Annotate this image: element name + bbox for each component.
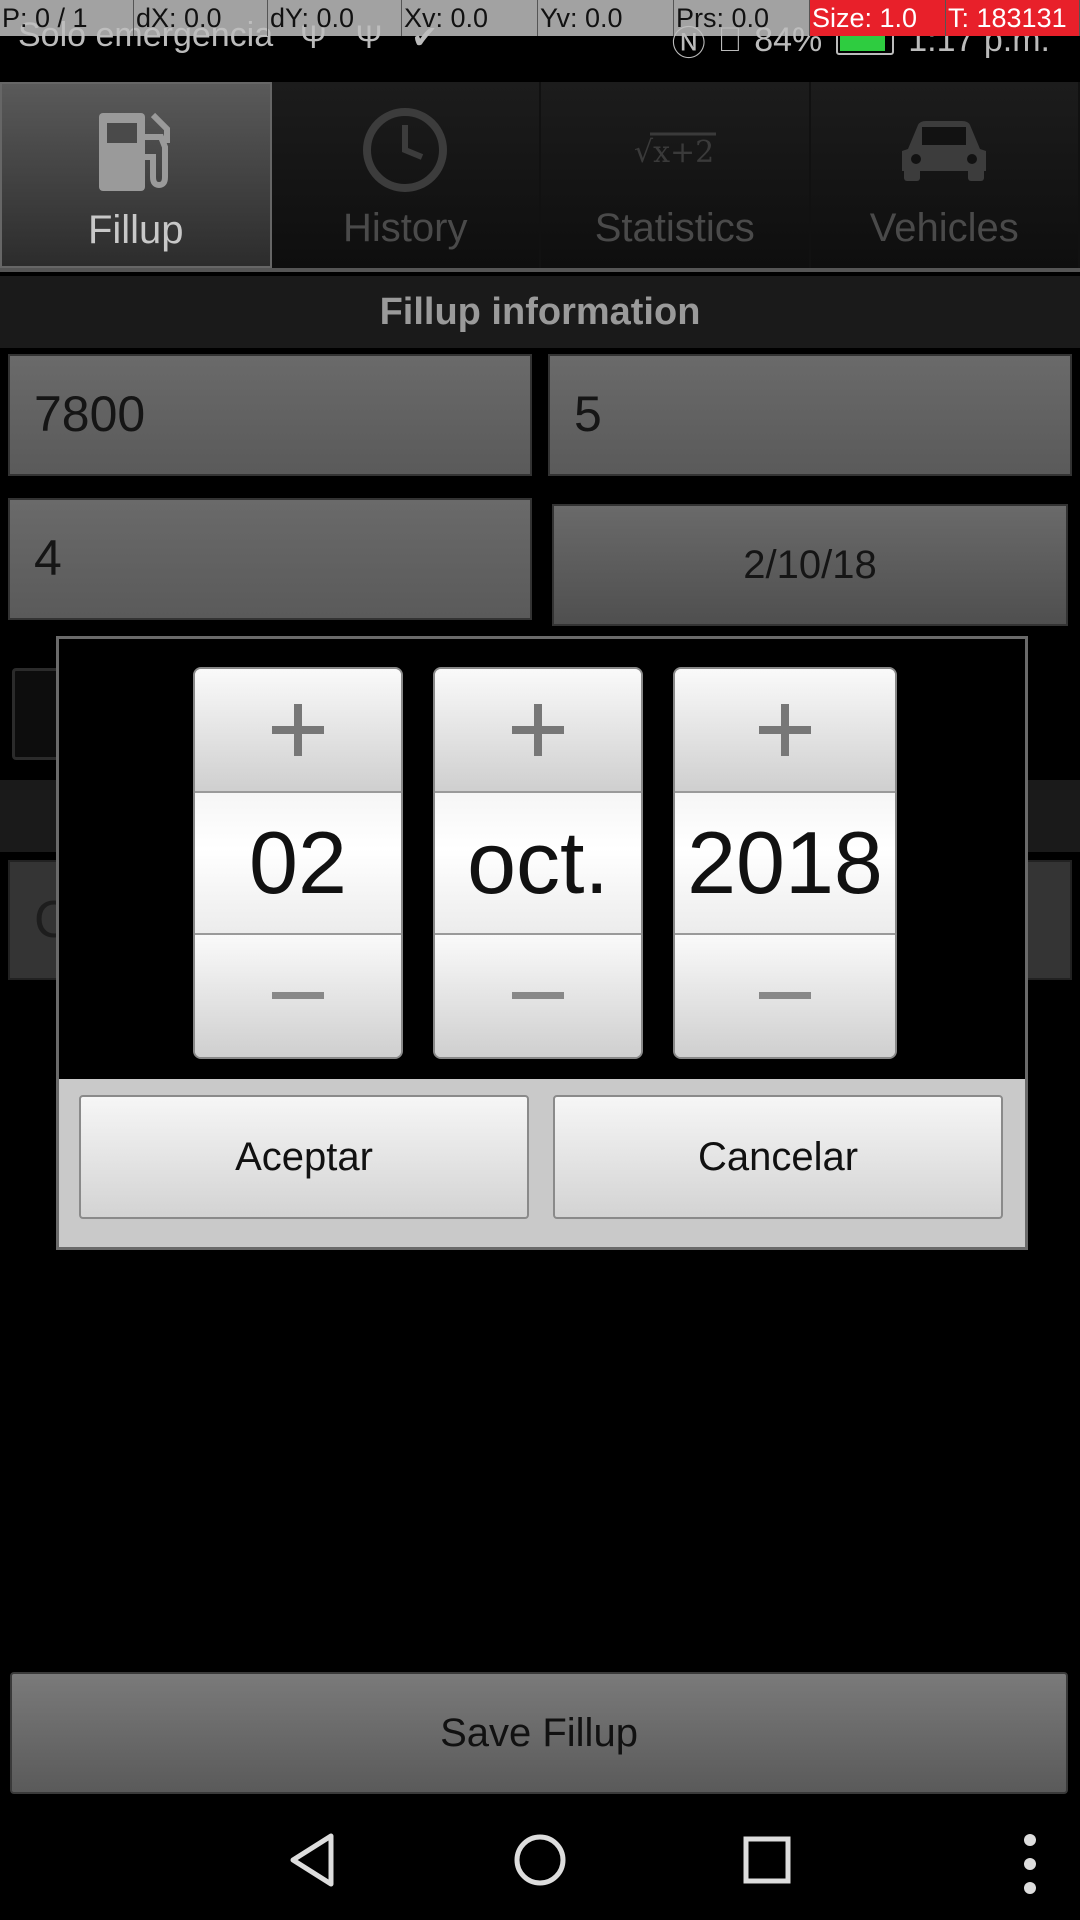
- debug-prs: Prs: 0.0: [674, 0, 810, 36]
- year-value[interactable]: 2018: [675, 793, 895, 933]
- debug-yv: Yv: 0.0: [538, 0, 674, 36]
- debug-size: Size: 1.0: [810, 0, 946, 36]
- tab-label: Vehicles: [869, 206, 1019, 250]
- fuel-pump-icon: [76, 106, 196, 198]
- plus-icon: [759, 704, 811, 756]
- svg-text:√x+2: √x+2: [634, 135, 714, 170]
- price-field[interactable]: 4: [8, 498, 532, 620]
- more-options-icon[interactable]: [1020, 1834, 1040, 1894]
- day-picker: 02: [193, 667, 403, 1059]
- debug-time: T: 183131: [946, 0, 1080, 36]
- odometer-field[interactable]: 7800: [8, 354, 532, 476]
- tab-label: History: [343, 206, 468, 250]
- main-tabs: Fillup History √x+2 Statistics Vehicles: [0, 82, 1080, 272]
- pointer-location-overlay: P: 0 / 1 dX: 0.0 dY: 0.0 Xv: 0.0 Yv: 0.0…: [0, 0, 1080, 36]
- date-button[interactable]: 2/10/18: [552, 504, 1068, 626]
- plus-icon: [512, 704, 564, 756]
- minus-icon: [512, 992, 564, 999]
- cancel-button[interactable]: Cancelar: [553, 1095, 1003, 1219]
- recents-icon[interactable]: [717, 1810, 817, 1910]
- accept-button[interactable]: Aceptar: [79, 1095, 529, 1219]
- save-fillup-button[interactable]: Save Fillup: [10, 1672, 1068, 1794]
- month-picker: oct.: [433, 667, 643, 1059]
- back-icon[interactable]: [263, 1810, 363, 1910]
- date-picker-dialog: 02 oct. 2018 Aceptar Cancelar: [56, 636, 1028, 1250]
- debug-pointer: P: 0 / 1: [0, 0, 134, 36]
- home-icon[interactable]: [490, 1810, 590, 1910]
- year-decrement-button[interactable]: [675, 933, 895, 1057]
- navigation-bar: [0, 1800, 1080, 1920]
- tab-label: Fillup: [87, 208, 184, 252]
- tab-label: Statistics: [594, 206, 755, 250]
- day-decrement-button[interactable]: [195, 933, 401, 1057]
- tab-statistics[interactable]: √x+2 Statistics: [541, 82, 811, 268]
- year-increment-button[interactable]: [675, 669, 895, 793]
- tab-fillup[interactable]: Fillup: [0, 82, 272, 268]
- clock-icon: [345, 104, 465, 196]
- dialog-footer: Aceptar Cancelar: [59, 1079, 1025, 1247]
- sqrt-formula-icon: √x+2: [615, 104, 735, 196]
- minus-icon: [272, 992, 324, 999]
- day-increment-button[interactable]: [195, 669, 401, 793]
- day-value[interactable]: 02: [195, 793, 401, 933]
- minus-icon: [759, 992, 811, 999]
- volume-field[interactable]: 5: [548, 354, 1072, 476]
- tab-vehicles[interactable]: Vehicles: [810, 82, 1080, 268]
- car-icon: [884, 104, 1004, 196]
- debug-dx: dX: 0.0: [134, 0, 268, 36]
- month-decrement-button[interactable]: [435, 933, 641, 1057]
- debug-dy: dY: 0.0: [268, 0, 402, 36]
- plus-icon: [272, 704, 324, 756]
- debug-xv: Xv: 0.0: [402, 0, 538, 36]
- year-picker: 2018: [673, 667, 897, 1059]
- month-value[interactable]: oct.: [435, 793, 641, 933]
- month-increment-button[interactable]: [435, 669, 641, 793]
- tab-history[interactable]: History: [271, 82, 541, 268]
- section-header: Fillup information: [0, 276, 1080, 348]
